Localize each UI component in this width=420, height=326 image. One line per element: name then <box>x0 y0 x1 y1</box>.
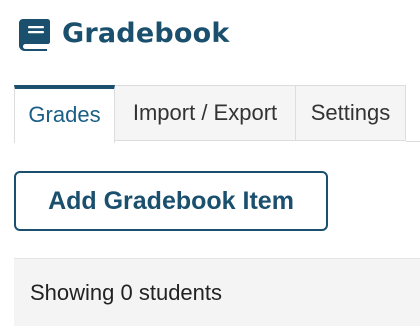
tab-grades[interactable]: Grades <box>14 85 115 143</box>
student-count-text: Showing 0 students <box>30 279 223 305</box>
tab-bar: Grades Import / Export Settings <box>14 85 420 143</box>
student-count-bar: Showing 0 students <box>14 258 420 326</box>
tab-import-export[interactable]: Import / Export <box>115 85 296 141</box>
add-gradebook-item-button[interactable]: Add Gradebook Item <box>14 171 328 231</box>
page-title: Gradebook <box>62 17 230 49</box>
tab-bar-divider <box>406 141 420 142</box>
page-header: Gradebook <box>14 13 230 53</box>
tab-settings[interactable]: Settings <box>296 85 406 141</box>
book-icon <box>19 19 50 51</box>
